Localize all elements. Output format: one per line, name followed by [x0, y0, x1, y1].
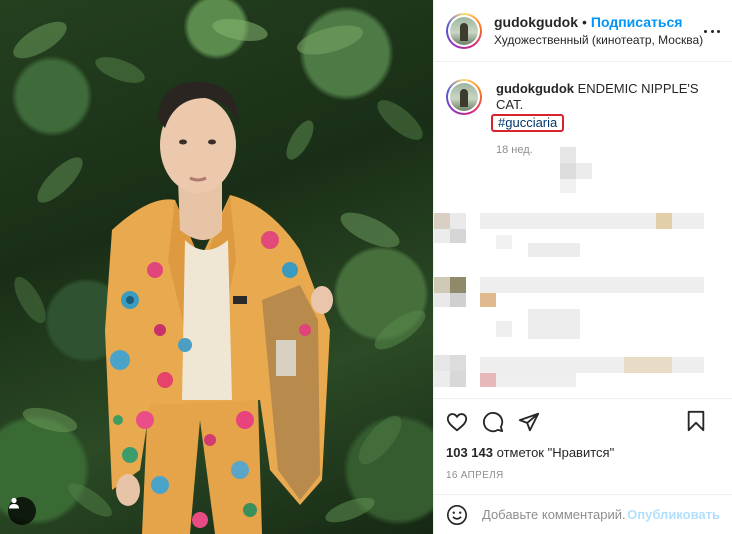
tagged-users-button[interactable] — [8, 497, 36, 525]
header-text: gudokgudok • Подписаться Художественный (к… — [494, 13, 703, 49]
likes-number: 103 143 — [446, 445, 493, 460]
comment-box: Опубликовать — [434, 494, 732, 534]
heart-icon[interactable] — [446, 411, 468, 433]
hashtag-link[interactable]: #gucciaria — [498, 115, 557, 130]
caption-avatar[interactable] — [446, 79, 482, 115]
avatar[interactable] — [446, 12, 482, 49]
comment-input[interactable] — [482, 507, 628, 522]
caption: gudokgudok ENDEMIC NIPPLE'S CAT. #guccia… — [446, 79, 720, 158]
user-icon — [9, 497, 19, 509]
actions-section: 103 143 отметок "Нравится" 16 АПРЕЛЯ — [434, 398, 732, 481]
follow-button[interactable]: Подписаться — [591, 14, 683, 30]
header-username[interactable]: gudokgudok — [494, 14, 578, 30]
likes-label: отметок "Нравится" — [496, 445, 615, 460]
post-header: gudokgudok • Подписаться Художественный (к… — [434, 0, 732, 62]
likes-count[interactable]: 103 143 отметок "Нравится" — [446, 445, 720, 460]
more-icon[interactable] — [704, 23, 720, 39]
post-side-panel: gudokgudok • Подписаться Художественный (к… — [433, 0, 732, 534]
caption-body: gudokgudok ENDEMIC NIPPLE'S CAT. #guccia… — [491, 79, 720, 158]
comments-area: gudokgudok ENDEMIC NIPPLE'S CAT. #guccia… — [434, 63, 732, 398]
photo-art — [13, 19, 426, 534]
caption-username[interactable]: gudokgudok — [496, 81, 574, 96]
caption-age: 18 нед. — [496, 144, 533, 156]
comment-icon[interactable] — [482, 411, 504, 433]
send-icon[interactable] — [518, 411, 540, 433]
hashtag-highlight-box: #gucciaria — [491, 114, 565, 132]
publish-button[interactable]: Опубликовать — [627, 507, 720, 522]
location-link[interactable]: Художественный (кинотеатр, Москва) — [494, 31, 703, 49]
action-bar — [446, 407, 720, 437]
header-separator: • — [582, 13, 587, 30]
bookmark-icon[interactable] — [686, 410, 706, 432]
smiley-icon[interactable] — [446, 504, 468, 526]
post-photo[interactable] — [0, 0, 433, 534]
post-date[interactable]: 16 АПРЕЛЯ — [446, 470, 720, 481]
